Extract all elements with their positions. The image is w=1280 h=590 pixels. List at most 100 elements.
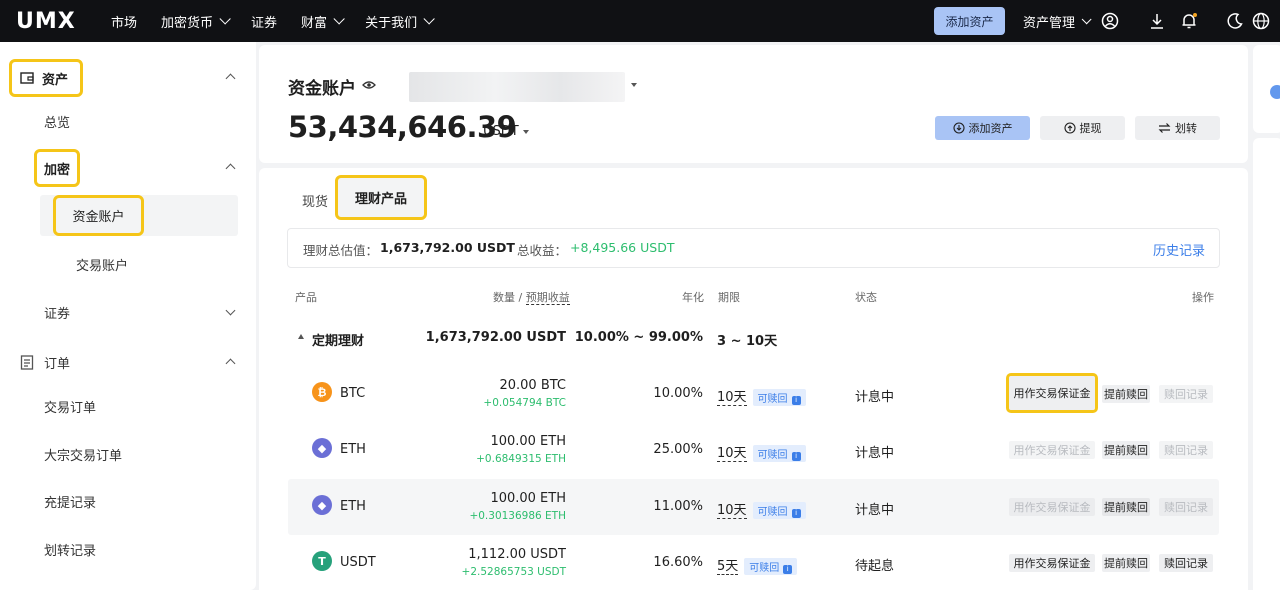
tag-label: 可赎回	[749, 563, 780, 574]
top-nav: UMX 市场 加密货币 证券 财富 关于我们 添加资产 资产管理	[0, 0, 1280, 42]
sidebar-item-block-orders[interactable]: 大宗交易订单	[44, 445, 122, 464]
asset-management-menu[interactable]: 资产管理	[1023, 0, 1092, 42]
tab-spot[interactable]: 现货	[302, 191, 328, 210]
early-redeem-button[interactable]: 提前赎回	[1102, 441, 1150, 459]
info-icon[interactable]: i	[783, 565, 793, 574]
header-expected: 预期收益	[525, 291, 570, 305]
table-row[interactable]: ◆ ETH 100.00 ETH +0.30136986 ETH 11.00% …	[288, 479, 1219, 535]
chevron-up-icon[interactable]	[225, 163, 236, 174]
earnings-value: +8,495.66 USDT	[570, 240, 675, 255]
transfer-icon	[1158, 123, 1171, 133]
redeemable-tag: 可赎回 i	[752, 389, 806, 406]
earnings: +0.30136986 ETH	[469, 510, 566, 522]
right-panel-top	[1253, 45, 1280, 133]
header-annual: 年化	[682, 291, 704, 304]
term[interactable]: 10天	[717, 503, 747, 519]
transfer-button[interactable]: 划转	[1135, 116, 1220, 140]
sidebar-label: 资产	[42, 72, 69, 88]
earnings: +0.054794 BTC	[483, 397, 566, 409]
unit-selector[interactable]: USDT	[483, 124, 529, 139]
term[interactable]: 10天	[717, 390, 747, 406]
sidebar-item-trading[interactable]: 交易账户	[76, 255, 128, 274]
logo-text: UMX	[16, 8, 76, 34]
chevron-down-icon	[225, 305, 236, 316]
nav-label: 市场	[111, 15, 138, 31]
sidebar-section-crypto[interactable]: 加密	[0, 149, 256, 187]
qty: 100.00 ETH	[490, 434, 566, 449]
term-cell: 5天 可赎回 i	[717, 555, 798, 575]
annual-rate: 25.00%	[653, 442, 703, 457]
tag-label: 可赎回	[757, 507, 788, 518]
redeemable-tag: 可赎回 i	[752, 502, 806, 519]
account-card: 资金账户 53,434,646.39 USDT 添加资产 提现 划转	[259, 45, 1248, 163]
moon-icon[interactable]	[1225, 11, 1245, 31]
chevron-down-icon	[333, 13, 345, 25]
add-asset-button[interactable]: 添加资产	[934, 7, 1005, 35]
term[interactable]: 5天	[717, 559, 739, 575]
term[interactable]: 10天	[717, 446, 747, 462]
caret-down-icon[interactable]	[631, 83, 637, 87]
header-qty: 数量 / 预期收益	[493, 289, 570, 305]
header-action: 操作	[1192, 291, 1214, 304]
chevron-up-icon[interactable]	[225, 73, 236, 84]
globe-icon[interactable]	[1251, 11, 1271, 31]
nav-item-wealth[interactable]: 财富	[301, 12, 345, 31]
tag-label: 可赎回	[757, 450, 788, 461]
chevron-down-icon	[1081, 13, 1092, 24]
withdraw-button[interactable]: 提现	[1040, 116, 1125, 140]
account-selector-blurred[interactable]	[409, 72, 625, 102]
promo-icon	[1270, 85, 1280, 99]
nav-item-securities[interactable]: 证券	[251, 12, 277, 31]
redeemable-tag: 可赎回 i	[744, 558, 798, 575]
tab-wealth-products[interactable]: 理财产品	[335, 175, 427, 220]
group-row[interactable]: 定期理财 1,673,792.00 USDT 10.00% ~ 99.00% 3…	[288, 316, 1219, 360]
table-row[interactable]: ◆ ETH 100.00 ETH +0.6849315 ETH 25.00% 1…	[288, 422, 1219, 478]
chevron-up-icon	[225, 358, 236, 369]
sidebar-item-trade-orders[interactable]: 交易订单	[44, 397, 96, 416]
early-redeem-button[interactable]: 提前赎回	[1102, 385, 1150, 403]
info-icon[interactable]: i	[791, 396, 801, 405]
bell-icon[interactable]	[1179, 11, 1199, 31]
download-icon[interactable]	[1147, 11, 1167, 31]
use-as-margin-button[interactable]: 用作交易保证金	[1009, 554, 1095, 572]
table-row[interactable]: ₿ BTC 20.00 BTC +0.054794 BTC 10.00% 10天…	[288, 366, 1219, 422]
coin-name: USDT	[340, 555, 376, 570]
nav-item-about[interactable]: 关于我们	[365, 12, 435, 31]
sidebar-section-orders[interactable]: 订单	[0, 352, 256, 372]
sidebar-section-assets[interactable]: 资产	[0, 59, 256, 97]
sidebar-item-funding-active[interactable]: 资金账户	[40, 195, 238, 236]
sidebar-item-deposit-withdraw[interactable]: 充提记录	[44, 492, 96, 511]
early-redeem-button[interactable]: 提前赎回	[1102, 554, 1150, 572]
sidebar-label: 加密	[34, 149, 80, 187]
header-product: 产品	[295, 291, 317, 304]
user-icon[interactable]	[1100, 11, 1120, 31]
caret-up-icon[interactable]	[298, 334, 304, 339]
status: 计息中	[855, 503, 895, 518]
redeem-record-button[interactable]: 赎回记录	[1159, 554, 1213, 572]
redeem-record-button: 赎回记录	[1159, 385, 1213, 403]
qty: 100.00 ETH	[490, 491, 566, 506]
history-link[interactable]: 历史记录	[1153, 240, 1205, 259]
eye-icon[interactable]	[362, 80, 376, 90]
early-redeem-button[interactable]: 提前赎回	[1102, 498, 1150, 516]
logo[interactable]: UMX	[16, 8, 76, 34]
table-row[interactable]: T USDT 1,112.00 USDT +2.52865753 USDT 16…	[288, 535, 1219, 590]
annual-rate: 10.00%	[653, 386, 703, 401]
info-icon[interactable]: i	[791, 452, 801, 461]
order-icon	[20, 355, 34, 370]
sidebar-item-overview[interactable]: 总览	[44, 112, 70, 131]
nav-item-crypto[interactable]: 加密货币	[161, 12, 231, 31]
nav-label: 加密货币	[161, 15, 214, 31]
group-annual: 10.00% ~ 99.00%	[574, 330, 703, 345]
nav-item-market[interactable]: 市场	[111, 12, 137, 31]
sidebar-section-securities[interactable]: 证券	[0, 302, 256, 322]
account-title: 资金账户	[288, 79, 356, 99]
header-term: 期限	[718, 291, 740, 304]
annual-rate: 16.60%	[653, 555, 703, 570]
info-icon[interactable]: i	[791, 509, 801, 518]
use-as-margin-button: 用作交易保证金	[1009, 441, 1095, 459]
sidebar-item-transfer-records[interactable]: 划转记录	[44, 540, 96, 559]
use-as-margin-button[interactable]: 用作交易保证金	[1006, 373, 1098, 413]
redeem-record-button: 赎回记录	[1159, 498, 1213, 516]
add-asset-button[interactable]: 添加资产	[935, 116, 1030, 140]
